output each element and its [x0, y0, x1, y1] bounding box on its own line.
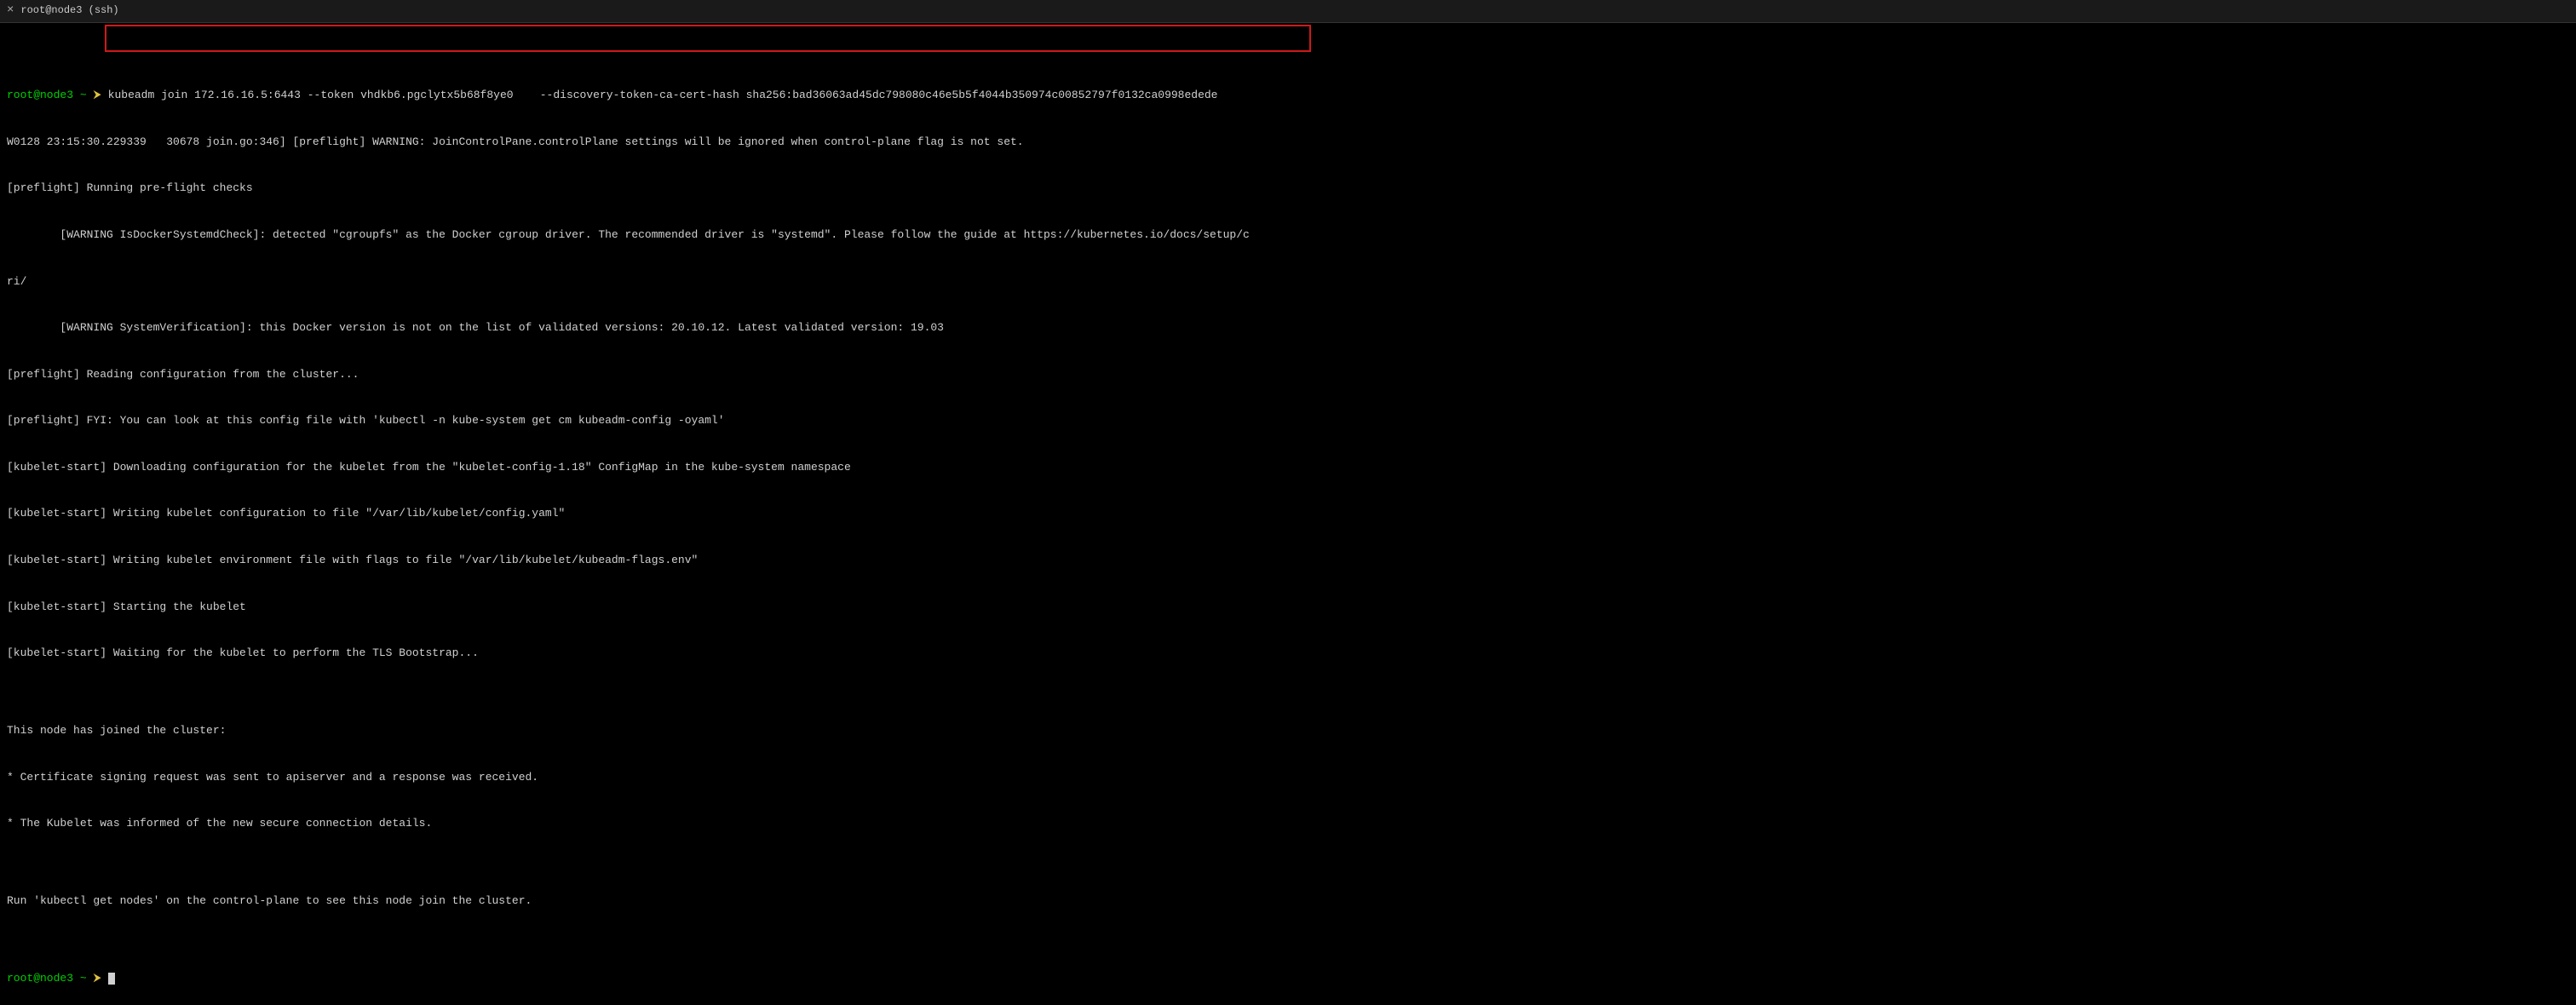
prompt-symbol: ⮞ [93, 972, 101, 985]
terminal-line: [kubelet-start] Writing kubelet environm… [7, 553, 2569, 568]
terminal-line: [preflight] FYI: You can look at this co… [7, 413, 2569, 428]
terminal-line: [WARNING IsDockerSystemdCheck]: detected… [7, 227, 2569, 243]
close-icon[interactable]: × [7, 3, 14, 20]
terminal-line: root@node3 ~ ⮞ [7, 971, 2569, 986]
terminal-line: [kubelet-start] Downloading configuratio… [7, 460, 2569, 475]
terminal-line: * Certificate signing request was sent t… [7, 770, 2569, 785]
prompt-path: ~ [80, 89, 87, 101]
cursor [108, 973, 115, 985]
terminal-line: This node has joined the cluster: [7, 723, 2569, 738]
terminal-line: ri/ [7, 274, 2569, 290]
command-highlight-box [105, 25, 1311, 52]
terminal-line: [preflight] Running pre-flight checks [7, 181, 2569, 196]
terminal-line: [kubelet-start] Writing kubelet configur… [7, 506, 2569, 521]
title-bar: × root@node3 (ssh) [0, 0, 2576, 23]
terminal-line: Run 'kubectl get nodes' on the control-p… [7, 893, 2569, 909]
terminal-body[interactable]: root@node3 ~ ⮞ kubeadm join 172.16.16.5:… [0, 23, 2576, 1005]
terminal-line: root@node3 ~ ⮞ kubeadm join 172.16.16.5:… [7, 88, 2569, 103]
prompt-user: root@node3 [7, 89, 73, 101]
prompt-path: ~ [80, 972, 87, 985]
command-text: kubeadm join 172.16.16.5:6443 --token vh… [108, 89, 1218, 101]
prompt-symbol: ⮞ [93, 89, 101, 101]
terminal-line: * The Kubelet was informed of the new se… [7, 816, 2569, 831]
terminal-line: [WARNING SystemVerification]: this Docke… [7, 320, 2569, 336]
terminal-line: [kubelet-start] Starting the kubelet [7, 600, 2569, 615]
window-title: root@node3 (ssh) [20, 3, 118, 18]
terminal-line: W0128 23:15:30.229339 30678 join.go:346]… [7, 135, 2569, 150]
terminal-line: [kubelet-start] Waiting for the kubelet … [7, 646, 2569, 661]
terminal-line: [preflight] Reading configuration from t… [7, 367, 2569, 382]
prompt-user: root@node3 [7, 972, 73, 985]
